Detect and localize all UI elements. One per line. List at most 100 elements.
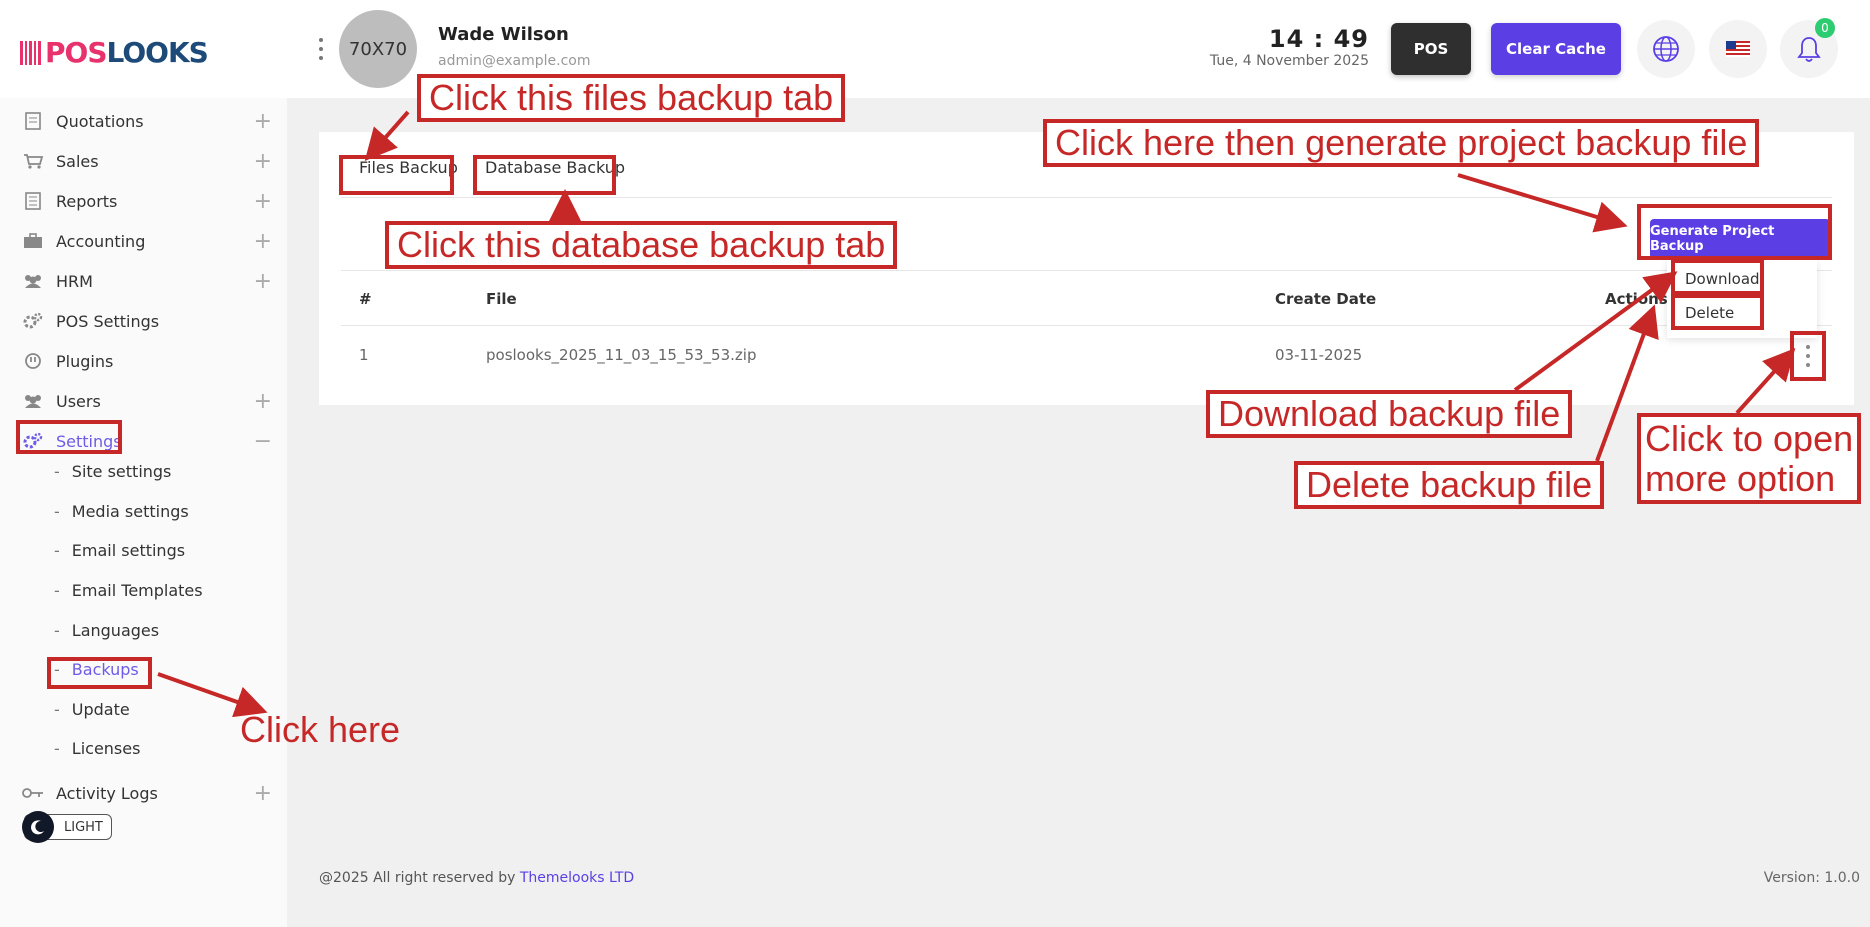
sidebar-subitem-label: Languages — [71, 620, 160, 640]
sidebar-subitem-email-templates[interactable]: - Email Templates — [54, 576, 203, 604]
generate-project-backup-button[interactable]: Generate Project Backup — [1650, 219, 1830, 259]
dash: - — [54, 580, 60, 600]
copyright-text: @2025 All right reserved by — [319, 870, 516, 886]
theme-label: LIGHT — [64, 819, 103, 835]
user-name: Wade Wilson — [438, 24, 569, 45]
divider — [341, 197, 1832, 198]
globe-icon — [1653, 36, 1679, 62]
sidebar-item-quotations[interactable]: Quotations + — [22, 106, 272, 136]
key-icon — [22, 782, 44, 804]
row-actions-kebab-icon[interactable] — [1804, 345, 1812, 367]
sidebar-item-label: Sales — [56, 151, 99, 171]
divider — [341, 325, 1832, 326]
sidebar-subitem-label: Update — [71, 699, 130, 719]
settings-icon — [22, 430, 44, 452]
sidebar-subitem-email-settings[interactable]: - Email settings — [54, 536, 185, 564]
dash: - — [54, 501, 60, 521]
report-icon — [22, 190, 44, 212]
cell-file: poslooks_2025_11_03_15_53_53.zip — [486, 346, 757, 364]
expand-plus-icon[interactable]: + — [254, 389, 272, 414]
avatar[interactable]: 70X70 — [339, 10, 417, 88]
sidebar-item-plugins[interactable]: Plugins — [22, 346, 272, 376]
barcode-icon — [20, 40, 41, 65]
dash: - — [54, 620, 60, 640]
expand-plus-icon[interactable]: + — [254, 781, 272, 806]
collapse-minus-icon[interactable]: − — [254, 429, 272, 454]
briefcase-icon — [22, 230, 44, 252]
footer-copyright: @2025 All right reserved by Themelooks L… — [319, 870, 634, 886]
sidebar-item-activity-logs[interactable]: Activity Logs + — [22, 778, 272, 808]
bell-icon — [1797, 37, 1821, 62]
dash: - — [54, 738, 60, 758]
sidebar-subitem-site-settings[interactable]: - Site settings — [54, 457, 171, 485]
expand-plus-icon[interactable]: + — [254, 269, 272, 294]
flag-button[interactable] — [1709, 20, 1767, 78]
sidebar-subitem-licenses[interactable]: - Licenses — [54, 734, 140, 762]
sidebar-subitem-label: Backups — [71, 659, 139, 679]
dash: - — [54, 461, 60, 481]
theme-toggle[interactable]: LIGHT — [22, 811, 112, 843]
tab-database-backup[interactable]: Database Backup — [485, 158, 625, 177]
users-icon — [22, 390, 44, 412]
sidebar-subitem-label: Licenses — [71, 738, 141, 758]
expand-plus-icon[interactable]: + — [254, 229, 272, 254]
sidebar: Quotations + Sales + Reports + Accountin… — [0, 98, 287, 927]
sidebar-item-label: Users — [56, 391, 101, 411]
cell-create-date: 03-11-2025 — [1275, 346, 1363, 364]
menu-kebab-icon[interactable] — [318, 38, 324, 60]
sidebar-item-label: Activity Logs — [56, 783, 158, 803]
sidebar-item-sales[interactable]: Sales + — [22, 146, 272, 176]
sidebar-item-pos-settings[interactable]: POS Settings — [22, 306, 272, 336]
cart-icon — [22, 150, 44, 172]
annotation-more-option: Click to open more option — [1637, 413, 1862, 505]
actions-dropdown: Download Delete — [1667, 260, 1817, 338]
sidebar-item-label: Quotations — [56, 111, 144, 131]
sidebar-subitem-languages[interactable]: - Languages — [54, 616, 159, 644]
logo[interactable]: POSLOOKS — [20, 36, 209, 69]
sidebar-subitem-backups[interactable]: - Backups — [54, 655, 139, 683]
people-icon — [22, 270, 44, 292]
sidebar-subitem-label: Media settings — [71, 501, 189, 521]
us-flag-icon — [1726, 41, 1750, 57]
expand-plus-icon[interactable]: + — [254, 149, 272, 174]
company-link[interactable]: Themelooks LTD — [520, 870, 634, 886]
expand-plus-icon[interactable]: + — [254, 189, 272, 214]
sidebar-item-hrm[interactable]: HRM + — [22, 266, 272, 296]
sidebar-item-label: Accounting — [56, 231, 146, 251]
dash: - — [54, 699, 60, 719]
clear-cache-button[interactable]: Clear Cache — [1491, 23, 1621, 75]
pos-button[interactable]: POS — [1391, 23, 1471, 75]
sidebar-item-label: Plugins — [56, 351, 114, 371]
annotation-click-here: Click here — [240, 709, 401, 750]
menu-item-delete[interactable]: Delete — [1685, 304, 1734, 322]
annotation-delete: Delete backup file — [1294, 461, 1605, 509]
document-icon — [22, 110, 44, 132]
plug-icon — [22, 350, 44, 372]
expand-plus-icon[interactable]: + — [254, 109, 272, 134]
sidebar-item-label: HRM — [56, 271, 93, 291]
clock-date: Tue, 4 November 2025 — [1209, 53, 1369, 69]
sidebar-item-label: Settings — [56, 431, 122, 451]
sidebar-item-reports[interactable]: Reports + — [22, 186, 272, 216]
sidebar-item-users[interactable]: Users + — [22, 386, 272, 416]
logo-text-pos: POS — [45, 36, 107, 69]
divider — [341, 270, 1832, 271]
sidebar-item-accounting[interactable]: Accounting + — [22, 226, 272, 256]
tab-files-backup[interactable]: Files Backup — [359, 158, 458, 177]
language-globe-button[interactable] — [1637, 20, 1695, 78]
sidebar-item-settings[interactable]: Settings − — [22, 426, 272, 456]
sidebar-subitem-media-settings[interactable]: - Media settings — [54, 497, 189, 525]
annotation-more-line-2: more option — [1645, 457, 1836, 499]
annotation-more-line-1: Click to open — [1645, 418, 1854, 459]
annotation-generate: Click here then generate project backup … — [1043, 119, 1760, 167]
menu-item-download[interactable]: Download — [1685, 270, 1760, 288]
column-header-actions: Actions — [1605, 290, 1668, 308]
sidebar-subitem-label: Email Templates — [71, 580, 203, 600]
sidebar-item-label: Reports — [56, 191, 118, 211]
sidebar-subitem-label: Email settings — [71, 540, 186, 560]
annotation-files-tab: Click this files backup tab — [417, 74, 846, 122]
dash: - — [54, 659, 60, 679]
sidebar-subitem-update[interactable]: - Update — [54, 695, 130, 723]
column-header-create-date: Create Date — [1275, 290, 1377, 308]
annotation-db-tab: Click this database backup tab — [385, 221, 898, 269]
